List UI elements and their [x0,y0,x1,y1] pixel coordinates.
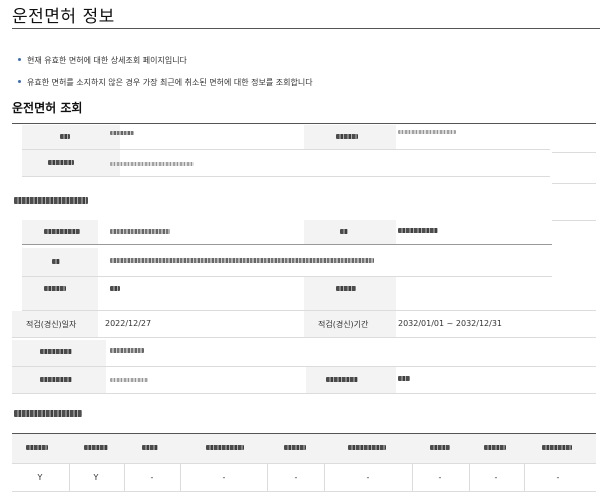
bullet-icon [18,80,21,83]
masked-value [398,376,410,381]
label-cell [22,125,120,149]
masked-header [484,445,506,450]
right-edge-line [552,152,596,153]
title-divider [12,28,600,29]
period-label: 적검(경신)기간 [318,320,369,329]
column-divider [180,463,181,491]
check-value: - [294,473,298,482]
check-value: Y [93,473,99,482]
row-divider [12,337,596,338]
masked-label [48,160,74,165]
masked-header [84,445,108,450]
masked-header [284,445,306,450]
check-value: - [556,473,560,482]
check-value: - [150,473,154,482]
check-value: Y [37,473,43,482]
notice-item: 현재 유효한 면허에 대한 상세조회 페이지입니다 [18,55,187,66]
label-cell [22,248,98,276]
row-divider [22,276,552,277]
masked-label [52,259,60,264]
right-edge-line [552,220,596,221]
masked-value [110,131,134,135]
masked-value [110,229,170,234]
check-value: - [494,473,498,482]
masked-value [110,348,144,353]
masked-header [542,445,572,450]
row-divider [12,463,596,464]
row-divider [12,491,596,492]
notice-item: 유효한 면허를 소지하지 않은 경우 가장 최근에 취소된 면허에 대한 정보를… [18,77,313,88]
masked-value [398,130,456,134]
masked-header [206,445,244,450]
masked-label [40,349,72,354]
label-cell [22,277,98,310]
notice-text: 현재 유효한 면허에 대한 상세조회 페이지입니다 [27,56,187,65]
column-divider [267,463,268,491]
check-value: - [438,473,442,482]
row-divider [22,149,550,150]
column-divider [124,463,125,491]
masked-label [44,229,80,234]
sub-section-title [14,410,82,417]
column-divider [69,463,70,491]
notice-text: 유효한 면허를 소지하지 않은 경우 가장 최근에 취소된 면허에 대한 정보를… [27,78,313,87]
masked-header [348,445,386,450]
masked-value [398,228,438,233]
masked-label [326,377,358,382]
masked-label [44,286,66,291]
masked-label [40,377,72,382]
masked-label [336,286,356,291]
masked-header [430,445,450,450]
masked-value [110,162,194,166]
section-divider [12,123,596,124]
bullet-icon [18,58,21,61]
right-edge-line [552,183,596,184]
label-cell [304,220,396,244]
masked-label [336,134,358,139]
column-divider [524,463,525,491]
masked-value [110,258,374,263]
column-divider [412,463,413,491]
sub-section-title [14,197,88,204]
label-cell [304,277,396,310]
row-divider [22,176,550,177]
check-value: - [222,473,226,482]
issue-date-value: 2022/12/27 [105,319,152,328]
issue-date-label: 적검(경신)일자 [26,320,77,329]
section-title-license-inquiry: 운전면허 조회 [12,101,83,115]
row-divider [22,244,552,245]
column-divider [324,463,325,491]
masked-header [26,445,48,450]
row-divider [12,393,596,394]
masked-label [60,134,70,139]
masked-value [110,286,120,291]
page-title: 운전면허 정보 [12,7,115,27]
column-divider [469,463,470,491]
check-value: - [366,473,370,482]
period-value: 2032/01/01 ~ 2032/12/31 [398,319,503,328]
masked-label [340,229,348,234]
masked-value [110,378,148,382]
masked-header [142,445,158,450]
